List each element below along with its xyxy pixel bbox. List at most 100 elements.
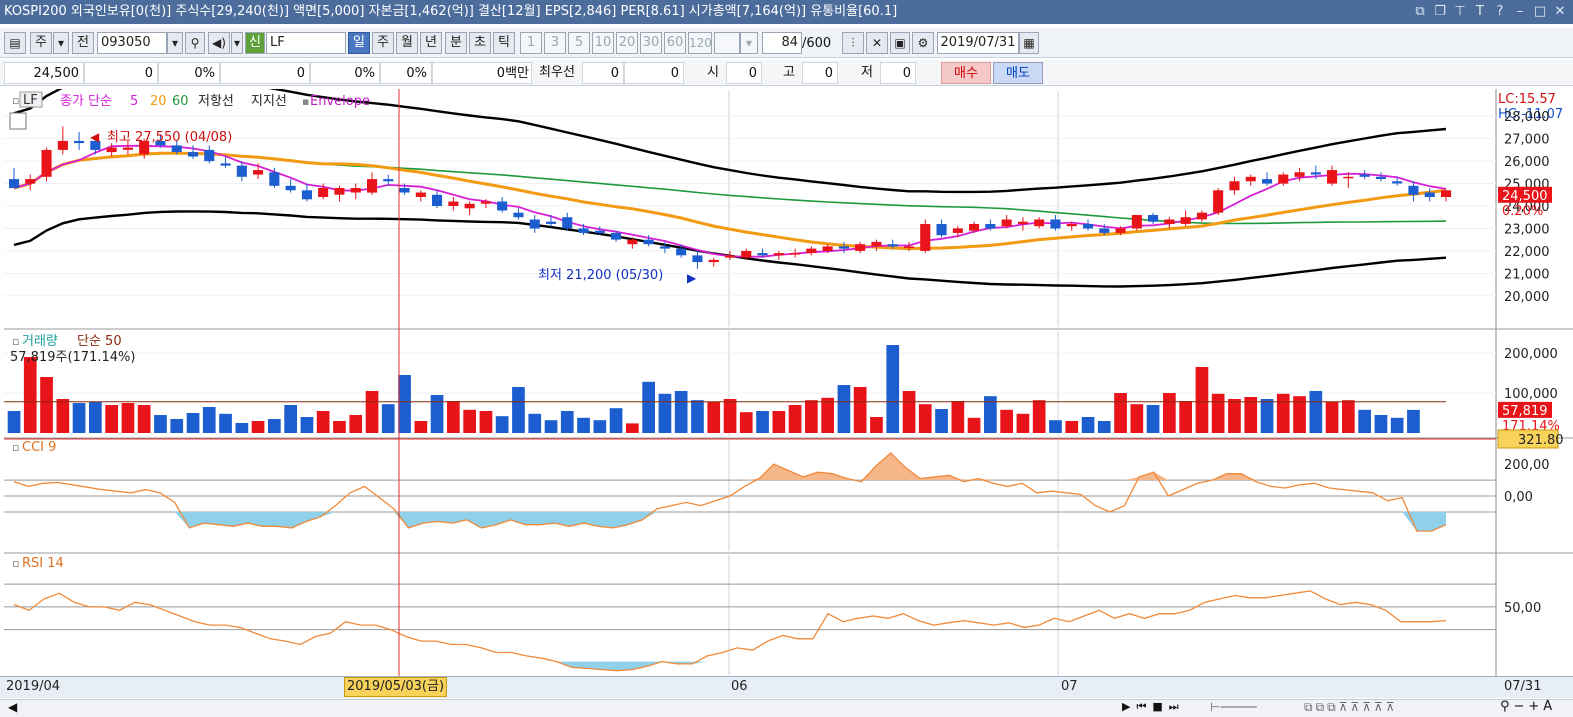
volume-bar — [918, 404, 932, 433]
search-icon[interactable]: ⚲ — [185, 32, 205, 54]
help-icon[interactable]: ? — [1493, 0, 1507, 24]
stock-code-input[interactable]: 093050 — [97, 32, 167, 54]
pin-icon[interactable]: ⊤ — [1453, 0, 1467, 24]
prev-button[interactable]: 전 — [72, 32, 94, 54]
volume-value: 0 — [220, 62, 310, 84]
layout-icon[interactable]: ▤ — [4, 32, 26, 54]
maximize-icon[interactable]: □ — [1533, 0, 1547, 24]
period-year[interactable]: 년 — [420, 32, 442, 54]
restore-icon[interactable]: ⧉ — [1413, 0, 1427, 24]
scroll-left-icon[interactable]: ◀ — [8, 700, 17, 714]
candle-body — [464, 203, 475, 209]
volume-bar — [1342, 400, 1355, 433]
candle-body — [773, 253, 784, 256]
close-icon[interactable]: ✕ — [1553, 0, 1567, 24]
candle-body — [546, 221, 557, 224]
chevron-down-icon[interactable]: ▾ — [740, 32, 758, 54]
candle-body — [1327, 170, 1338, 184]
candle-body — [790, 253, 801, 255]
cci-value-label: 321.80 — [1518, 433, 1564, 448]
period-tick[interactable]: 틱 — [493, 32, 515, 54]
scroll-bar[interactable]: ◀ ▶⏮■⏭ ⊢───── ⧉⧉⧉⊼⊼⊼⊼⊼ ⚲−+A — [0, 699, 1573, 717]
drawing-tools-icon[interactable]: ⧉⧉⧉⊼⊼⊼⊼⊼ — [1304, 700, 1398, 715]
ask-value: 0 — [624, 62, 684, 84]
candle-body — [1001, 219, 1012, 227]
candle-body — [513, 212, 524, 218]
volume-bar — [56, 399, 70, 433]
zoom-controls-icon[interactable]: ⚲−+A — [1500, 699, 1556, 714]
x-label-jun: 06 — [731, 679, 748, 694]
date-input[interactable]: 2019/07/31 — [937, 32, 1019, 54]
chart-toolbar: ▤ 주 ▾ 전 093050 ▾ ⚲ ◀) ▾ 신 LF 일 주 월 년 분 초… — [0, 28, 1573, 58]
sell-button[interactable]: 매도 — [993, 62, 1043, 84]
volume-bar — [642, 381, 655, 433]
candle-body — [1359, 174, 1370, 177]
chevron-down-icon[interactable]: ▾ — [53, 32, 69, 54]
legend-stock-name: LF — [23, 93, 38, 108]
count-input[interactable]: 84 — [762, 32, 802, 54]
period-month[interactable]: 월 — [396, 32, 418, 54]
stock-chart[interactable]: ▫ LF 종가 단순 5 20 60 저항선 지지선 ▪ Envelope ◀ 최고 27,550 (… — [4, 89, 1573, 679]
period-day[interactable]: 일 — [348, 32, 370, 54]
interval-5[interactable]: 5 — [568, 32, 590, 54]
candle-body — [1180, 217, 1191, 224]
volume-bar — [853, 387, 867, 433]
candle-body — [318, 188, 329, 197]
period-week[interactable]: 주 — [372, 32, 394, 54]
interval-120[interactable]: 120 — [688, 32, 712, 54]
font-icon[interactable]: T — [1473, 0, 1487, 24]
minimize-icon[interactable]: – — [1513, 0, 1527, 24]
interval-3[interactable]: 3 — [544, 32, 566, 54]
candle-body — [806, 248, 817, 254]
interval-10[interactable]: 10 — [592, 32, 614, 54]
period-second[interactable]: 초 — [469, 32, 491, 54]
volume-bar — [170, 419, 184, 433]
high-annotation: 최고 27,550 (04/08) — [107, 130, 232, 145]
volume-bar — [886, 345, 900, 433]
kind-select[interactable]: 주 — [30, 32, 52, 54]
cci-y-tick: 200,00 — [1504, 458, 1550, 473]
interval-1[interactable]: 1 — [520, 32, 542, 54]
volume-bar — [1130, 404, 1144, 433]
candle-body — [1343, 176, 1354, 179]
legend-resistance: 저항선 — [198, 94, 234, 109]
zoom-slider[interactable]: ⊢───── — [1210, 700, 1257, 714]
chevron-down-icon[interactable]: ▾ — [231, 32, 243, 54]
legend-toggle-icon: ▫ — [12, 557, 19, 570]
price-y-tick: 26,000 — [1504, 155, 1550, 170]
speaker-icon[interactable]: ◀) — [208, 32, 230, 54]
interval-60[interactable]: 60 — [664, 32, 686, 54]
chart-area[interactable]: ▫ LF 종가 단순 5 20 60 저항선 지지선 ▪ Envelope ◀ 최고 27,550 (… — [4, 89, 1573, 679]
indicator-icon[interactable]: ⫶ — [842, 32, 864, 54]
candle-body — [1424, 192, 1435, 197]
interval-30[interactable]: 30 — [640, 32, 662, 54]
quote-bar: 24,500 0 0% 0 0% 0% 0백만 최우선 0 0 시 0 고 0 … — [0, 60, 1573, 86]
tools-icon[interactable]: ✕ — [866, 32, 888, 54]
candle-body — [1131, 215, 1142, 229]
duplicate-icon[interactable]: ❐ — [1433, 0, 1447, 24]
rsi-y-tick: 50,00 — [1504, 601, 1541, 616]
stock-name-field[interactable]: LF — [266, 32, 346, 54]
volume-bar — [577, 417, 590, 433]
calendar-icon[interactable]: ▦ — [1019, 32, 1039, 54]
candle-body — [415, 192, 426, 197]
gear-icon[interactable]: ⚙ — [912, 32, 934, 54]
period-minute[interactable]: 분 — [445, 32, 467, 54]
save-icon[interactable]: ▣ — [890, 32, 910, 54]
candle-body — [741, 250, 752, 258]
volume-bar — [1032, 400, 1046, 433]
legend-ma60: 60 — [172, 94, 189, 109]
playback-controls[interactable]: ▶⏮■⏭ — [1122, 700, 1185, 714]
last-price-label: 24,500 — [1502, 189, 1548, 204]
cci-legend: CCI 9 — [22, 440, 56, 455]
buy-button[interactable]: 매수 — [941, 62, 991, 84]
volume-bar — [902, 391, 916, 433]
volume-bar — [870, 417, 883, 433]
candle-body — [920, 224, 931, 251]
candle-body — [480, 201, 491, 204]
custom-interval-input[interactable] — [714, 32, 740, 54]
price-y-tick: 22,000 — [1504, 245, 1550, 260]
interval-20[interactable]: 20 — [616, 32, 638, 54]
chevron-down-icon[interactable]: ▾ — [167, 32, 183, 54]
legend-envelope-marker: ▪ — [302, 95, 309, 108]
